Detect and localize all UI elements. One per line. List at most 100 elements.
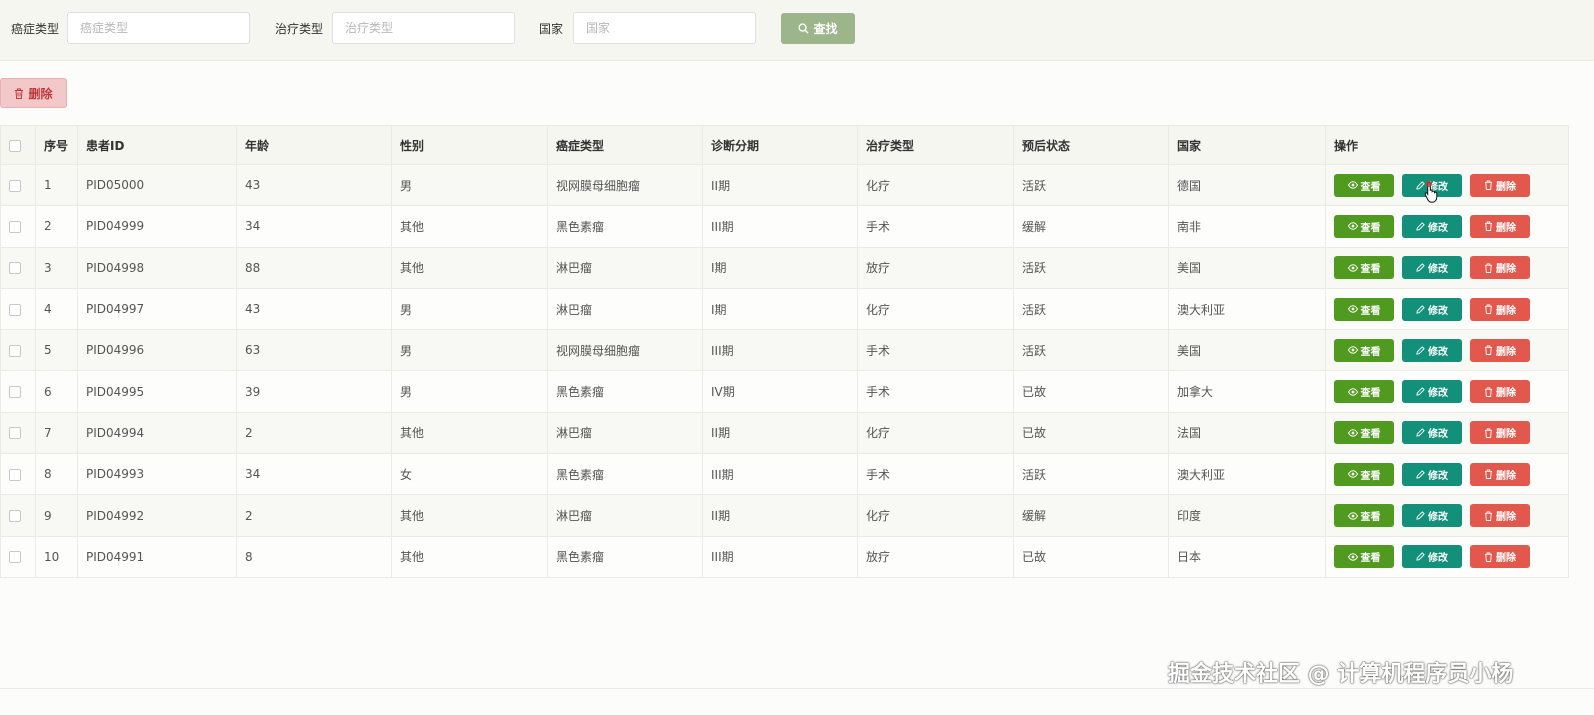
trash-icon bbox=[1484, 469, 1493, 480]
cell-patient-id: PID04993 bbox=[77, 453, 237, 496]
edit-button[interactable]: 修改 bbox=[1402, 380, 1462, 404]
edit-button[interactable]: 修改 bbox=[1402, 504, 1462, 528]
row-checkbox[interactable] bbox=[9, 220, 21, 233]
cell-patient-id: PID04998 bbox=[77, 246, 237, 289]
country-input[interactable] bbox=[573, 12, 756, 44]
search-bar: 癌症类型 治疗类型 国家 查找 bbox=[0, 0, 1594, 61]
header-age: 年龄 bbox=[236, 125, 392, 165]
cell-gender: 其他 bbox=[391, 205, 548, 248]
edit-button-label: 修改 bbox=[1428, 264, 1448, 276]
select-all-cell[interactable] bbox=[0, 125, 36, 165]
cell-patient-id: PID04991 bbox=[77, 535, 237, 578]
eye-icon bbox=[1347, 511, 1358, 520]
row-checkbox[interactable] bbox=[9, 510, 21, 523]
cell-country: 日本 bbox=[1168, 535, 1326, 578]
row-checkbox[interactable] bbox=[9, 179, 21, 192]
row-select-cell[interactable] bbox=[0, 494, 36, 537]
treatment-type-input[interactable] bbox=[332, 12, 515, 44]
row-select-cell[interactable] bbox=[0, 205, 36, 248]
cell-country: 法国 bbox=[1168, 411, 1326, 455]
edit-button[interactable]: 修改 bbox=[1402, 297, 1462, 321]
view-button[interactable]: 查看 bbox=[1334, 297, 1394, 321]
row-checkbox[interactable] bbox=[9, 303, 21, 316]
table-row: 5 PID04996 63 男视网膜母细胞瘤 III期 手术 活跃 美国 查看 修改 删除 bbox=[0, 329, 1569, 372]
patient-table: 序号 患者ID 年龄 性别 癌症类型 诊断分期 治疗类型 预后状态 国家 操作 … bbox=[0, 125, 1569, 578]
row-checkbox[interactable] bbox=[9, 386, 21, 399]
cell-treatment: 手术 bbox=[857, 370, 1014, 413]
cell-cancer-type: 视网膜母细胞瘤 bbox=[547, 329, 703, 372]
view-button[interactable]: 查看 bbox=[1334, 173, 1394, 197]
row-select-cell[interactable] bbox=[0, 370, 36, 413]
edit-button-label: 修改 bbox=[1428, 388, 1448, 400]
row-select-cell[interactable] bbox=[0, 163, 36, 207]
search-button-label: 查找 bbox=[813, 22, 838, 36]
eye-icon bbox=[1347, 264, 1358, 272]
view-button[interactable]: 查看 bbox=[1334, 380, 1394, 404]
row-select-cell[interactable] bbox=[0, 411, 36, 455]
delete-button-label: 删除 bbox=[1496, 429, 1516, 441]
row-actions: 查看 修改 删除 bbox=[1325, 246, 1569, 289]
cell-country: 澳大利亚 bbox=[1168, 287, 1326, 331]
eye-icon bbox=[1347, 222, 1358, 231]
cell-index: 9 bbox=[35, 494, 78, 537]
edit-button-label: 修改 bbox=[1428, 305, 1448, 317]
bulk-delete-button[interactable]: 删除 bbox=[0, 78, 67, 108]
delete-button[interactable]: 删除 bbox=[1470, 545, 1530, 569]
cell-treatment: 放疗 bbox=[857, 535, 1014, 578]
cell-age: 34 bbox=[236, 205, 392, 248]
view-button[interactable]: 查看 bbox=[1334, 545, 1394, 569]
edit-button[interactable]: 修改 bbox=[1402, 421, 1462, 445]
table-row: 9 PID04992 2 其他 淋巴瘤 II期 化疗 缓解 印度 查看 修改 删除 bbox=[0, 494, 1569, 537]
cell-age: 2 bbox=[236, 411, 392, 455]
select-all-checkbox[interactable] bbox=[9, 139, 21, 152]
edit-button[interactable]: 修改 bbox=[1402, 545, 1462, 569]
edit-button[interactable]: 修改 bbox=[1402, 462, 1462, 486]
row-select-cell[interactable] bbox=[0, 329, 36, 372]
row-select-cell[interactable] bbox=[0, 246, 36, 289]
pencil-icon bbox=[1416, 511, 1425, 520]
header-cancer-type: 癌症类型 bbox=[547, 125, 703, 165]
search-button[interactable]: 查找 bbox=[781, 13, 855, 44]
view-button-label: 查看 bbox=[1360, 429, 1381, 441]
delete-button[interactable]: 删除 bbox=[1470, 504, 1530, 528]
search-icon bbox=[798, 23, 810, 34]
row-select-cell[interactable] bbox=[0, 535, 36, 578]
table-row: 3 PID04998 88 其他 淋巴瘤 I期 放疗 活跃 美国 查看 修改 删除 bbox=[0, 246, 1569, 289]
view-button[interactable]: 查看 bbox=[1334, 214, 1394, 238]
view-button[interactable]: 查看 bbox=[1334, 504, 1394, 528]
cell-treatment: 放疗 bbox=[857, 246, 1014, 289]
view-button[interactable]: 查看 bbox=[1334, 338, 1394, 362]
delete-button[interactable]: 删除 bbox=[1470, 214, 1530, 238]
view-button-label: 查看 bbox=[1360, 346, 1381, 358]
edit-button[interactable]: 修改 bbox=[1402, 338, 1462, 362]
row-checkbox[interactable] bbox=[9, 427, 21, 440]
delete-button[interactable]: 删除 bbox=[1470, 297, 1530, 321]
delete-button[interactable]: 删除 bbox=[1470, 421, 1530, 445]
row-checkbox[interactable] bbox=[9, 468, 21, 481]
row-checkbox[interactable] bbox=[9, 262, 21, 275]
view-button[interactable]: 查看 bbox=[1334, 421, 1394, 445]
view-button[interactable]: 查看 bbox=[1334, 256, 1394, 280]
row-actions: 查看 修改 删除 bbox=[1325, 287, 1569, 331]
cancer-type-input[interactable] bbox=[67, 12, 250, 44]
row-select-cell[interactable] bbox=[0, 287, 36, 331]
row-checkbox[interactable] bbox=[9, 551, 21, 564]
delete-button[interactable]: 删除 bbox=[1470, 462, 1530, 486]
cell-stage: III期 bbox=[702, 535, 858, 578]
view-button-label: 查看 bbox=[1360, 553, 1381, 565]
delete-button[interactable]: 删除 bbox=[1470, 173, 1530, 197]
pencil-icon bbox=[1416, 346, 1425, 355]
cell-index: 10 bbox=[35, 535, 78, 578]
edit-button[interactable]: 修改 bbox=[1402, 256, 1462, 280]
delete-button[interactable]: 删除 bbox=[1470, 380, 1530, 404]
delete-button-label: 删除 bbox=[1496, 470, 1516, 482]
delete-button[interactable]: 删除 bbox=[1470, 338, 1530, 362]
edit-button[interactable]: 修改 bbox=[1402, 214, 1462, 238]
delete-button[interactable]: 删除 bbox=[1470, 256, 1530, 280]
row-checkbox[interactable] bbox=[9, 344, 21, 357]
cell-patient-id: PID04997 bbox=[77, 287, 237, 331]
divider bbox=[0, 688, 1594, 689]
trash-icon bbox=[1484, 387, 1493, 397]
row-select-cell[interactable] bbox=[0, 453, 36, 496]
view-button[interactable]: 查看 bbox=[1334, 462, 1394, 486]
